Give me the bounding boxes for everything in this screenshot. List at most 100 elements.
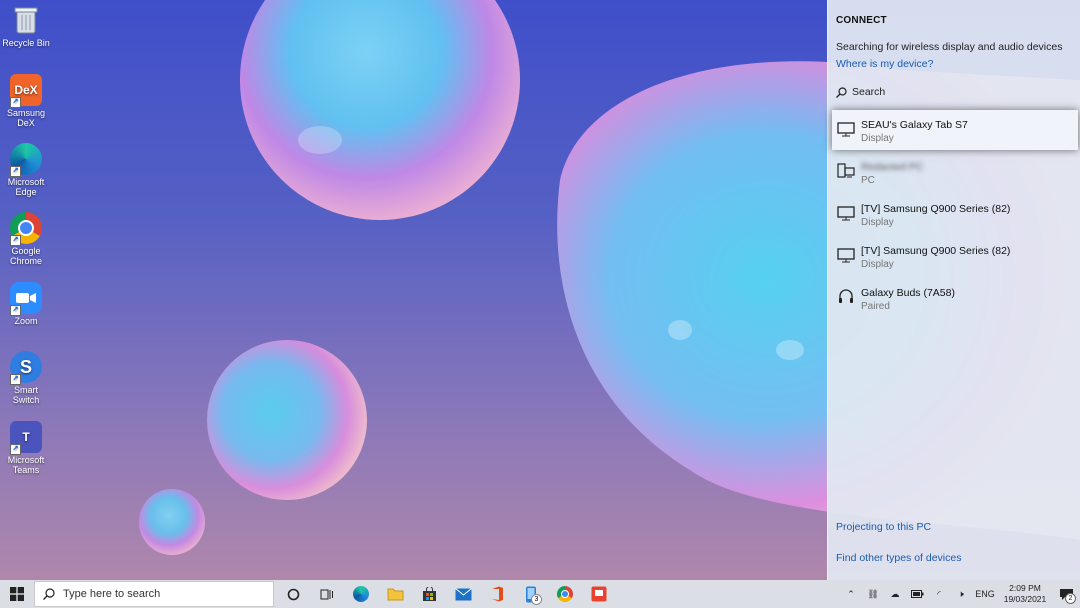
- monitor-icon: [837, 248, 855, 263]
- office-icon: [492, 586, 503, 602]
- screen-mirror-app-icon: [591, 586, 607, 602]
- clock-button[interactable]: 2:09 PM 19/03/2021: [998, 583, 1052, 605]
- speaker-muted-icon: 🕨: [958, 588, 964, 599]
- zoom-icon: ↗: [10, 282, 42, 316]
- google-chrome-shortcut[interactable]: ↗ Google Chrome: [0, 212, 52, 266]
- device-type: Display: [861, 217, 894, 228]
- device-item[interactable]: Galaxy Buds (7A58) Paired: [832, 278, 1078, 318]
- smart-switch-icon: S ↗: [10, 351, 42, 385]
- zoom-shortcut[interactable]: ↗ Zoom: [0, 282, 52, 326]
- store-bag-icon: [422, 586, 436, 601]
- device-type: Display: [861, 259, 894, 270]
- microsoft-teams-label: Microsoft Teams: [7, 455, 45, 475]
- headset-icon: [839, 289, 853, 303]
- device-name: SEAU's Galaxy Tab S7: [861, 119, 968, 131]
- cortana-button[interactable]: [276, 580, 310, 608]
- dex-glyph: DeX: [14, 83, 38, 97]
- monitor-icon: [837, 122, 855, 137]
- recycle-bin-label: Recycle Bin: [2, 38, 50, 48]
- clock-date: 19/03/2021: [1003, 594, 1047, 604]
- smart-switch-shortcut[interactable]: S ↗ Smart Switch: [0, 351, 52, 405]
- device-name: [TV] Samsung Q900 Series (82): [861, 203, 1011, 215]
- search-status: Searching for wireless display and audio…: [836, 41, 1063, 53]
- taskbar-file-explorer-button[interactable]: [378, 580, 412, 608]
- device-name: [TV] Samsung Q900 Series (82): [861, 245, 1011, 257]
- system-tray: ⌃ ⛓ ☁ ◜ 🕨 ENG 2:09 PM 19/03/2021 2: [840, 580, 1080, 608]
- start-button[interactable]: [0, 580, 34, 608]
- shortcut-arrow-icon: ↗: [10, 97, 21, 108]
- shortcut-arrow-icon: ↗: [10, 444, 21, 455]
- task-view-icon: [320, 589, 333, 599]
- cloud-icon: ☁: [890, 588, 900, 599]
- google-chrome-label: Google Chrome: [9, 246, 42, 266]
- search-icon: [836, 86, 847, 98]
- samsung-dex-shortcut[interactable]: DeX ↗ Samsung DeX: [0, 74, 52, 128]
- phone-badge: 3: [531, 594, 542, 605]
- device-item[interactable]: [TV] Samsung Q900 Series (82) Display: [832, 236, 1078, 276]
- action-center-button[interactable]: 2: [1052, 580, 1080, 608]
- taskbar-store-button[interactable]: [412, 580, 446, 608]
- zoom-label: Zoom: [14, 316, 38, 326]
- link-icon: ⛓: [867, 588, 879, 599]
- device-item[interactable]: SEAU's Galaxy Tab S7 Display: [832, 110, 1078, 150]
- taskbar-office-button[interactable]: [480, 580, 514, 608]
- device-item[interactable]: [TV] Samsung Q900 Series (82) Display: [832, 194, 1078, 234]
- panel-title: CONNECT: [836, 15, 887, 26]
- search-button[interactable]: Search: [836, 86, 885, 98]
- search-placeholder: Type here to search: [63, 588, 161, 600]
- projecting-to-this-pc-link[interactable]: Projecting to this PC: [836, 521, 931, 533]
- edge-icon: ↗: [10, 143, 42, 177]
- cortana-circle-icon: [287, 588, 299, 600]
- shortcut-arrow-icon: ↗: [10, 166, 21, 177]
- onedrive-button[interactable]: ☁: [884, 580, 906, 608]
- taskbar-edge-button[interactable]: [344, 580, 378, 608]
- mail-icon: [454, 587, 472, 600]
- smart-switch-label: Smart Switch: [12, 385, 40, 405]
- device-name-redacted: Redacted PC: [861, 161, 924, 173]
- tray-phone-button[interactable]: ⛓: [862, 580, 884, 608]
- find-other-devices-link[interactable]: Find other types of devices: [836, 552, 961, 564]
- network-button[interactable]: ◜: [928, 580, 950, 608]
- device-name: Galaxy Buds (7A58): [861, 287, 955, 299]
- language-indicator[interactable]: ENG: [972, 580, 998, 608]
- taskbar-search-box[interactable]: Type here to search: [34, 581, 274, 607]
- battery-icon: [910, 590, 923, 598]
- shortcut-arrow-icon: ↗: [10, 235, 21, 246]
- microsoft-teams-shortcut[interactable]: T ↗ Microsoft Teams: [0, 421, 52, 475]
- device-item[interactable]: Redacted PC PC: [832, 152, 1078, 192]
- taskbar-chrome-button[interactable]: [548, 580, 582, 608]
- device-type: Paired: [861, 301, 890, 312]
- taskbar-your-phone-button[interactable]: 3: [514, 580, 548, 608]
- wifi-icon: ◜: [937, 588, 941, 599]
- samsung-dex-icon: DeX ↗: [10, 74, 42, 108]
- teams-glyph: T: [22, 430, 30, 444]
- folder-icon: [387, 588, 403, 601]
- windows-logo-icon: [10, 587, 24, 601]
- volume-button[interactable]: 🕨: [950, 580, 972, 608]
- device-type: PC: [861, 175, 875, 186]
- task-view-button[interactable]: [310, 580, 344, 608]
- shortcut-arrow-icon: ↗: [10, 305, 21, 316]
- device-type: Display: [861, 133, 894, 144]
- taskbar-app-button[interactable]: [582, 580, 616, 608]
- search-icon: [43, 588, 55, 600]
- clock-time: 2:09 PM: [1009, 583, 1041, 593]
- samsung-dex-label: Samsung DeX: [6, 108, 46, 128]
- pc-icon: [837, 163, 855, 178]
- chrome-icon: [557, 586, 573, 602]
- microsoft-edge-label: Microsoft Edge: [7, 177, 45, 197]
- chevron-up-icon: ⌃: [847, 588, 855, 599]
- shortcut-arrow-icon: ↗: [10, 374, 21, 385]
- taskbar-mail-button[interactable]: [446, 580, 480, 608]
- teams-icon: T ↗: [10, 421, 42, 455]
- connect-panel: CONNECT Searching for wireless display a…: [827, 0, 1080, 580]
- recycle-bin-shortcut[interactable]: Recycle Bin: [0, 4, 52, 48]
- recycle-bin-icon: [10, 4, 42, 36]
- chrome-icon: ↗: [10, 212, 42, 246]
- microsoft-edge-shortcut[interactable]: ↗ Microsoft Edge: [0, 143, 52, 197]
- show-hidden-icons-button[interactable]: ⌃: [840, 580, 862, 608]
- battery-button[interactable]: [906, 580, 928, 608]
- taskbar: Type here to search 3 ⌃ ⛓ ☁ ◜ 🕨 ENG 2:09…: [0, 580, 1080, 608]
- notification-count: 2: [1065, 593, 1076, 604]
- where-is-my-device-link[interactable]: Where is my device?: [836, 58, 933, 70]
